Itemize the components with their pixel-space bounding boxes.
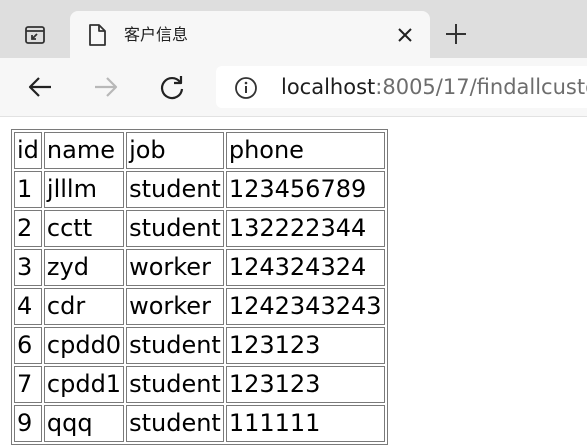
url-text[interactable]: localhost:8005/17/findallcusto — [281, 74, 587, 100]
table-row: 7 cpdd1 student 123123 — [14, 366, 385, 403]
cell-id: 4 — [14, 288, 42, 325]
cell-phone: 124324324 — [225, 249, 385, 286]
customer-table: id name job phone 1 jlllm student 123456… — [11, 129, 388, 445]
cell-name: zyd — [43, 249, 125, 286]
url-path: :8005/17/findallcusto — [375, 75, 587, 99]
cell-name: cpdd0 — [43, 327, 125, 364]
cell-phone: 123123 — [225, 327, 385, 364]
cell-id: 2 — [14, 210, 42, 247]
cell-id: 3 — [14, 249, 42, 286]
table-row: 2 cctt student 132222344 — [14, 210, 385, 247]
tab-actions-icon — [25, 26, 45, 44]
cell-phone: 123456789 — [225, 171, 385, 208]
tab-active[interactable]: 客户信息 — [70, 11, 430, 58]
cell-job: student — [126, 171, 224, 208]
cell-name: qqq — [43, 405, 125, 442]
new-tab-button[interactable] — [440, 18, 472, 50]
back-arrow-icon — [28, 77, 51, 97]
column-header-id: id — [14, 132, 42, 169]
cell-id: 6 — [14, 327, 42, 364]
tab-actions-button[interactable] — [12, 16, 58, 54]
cell-job: student — [126, 405, 224, 442]
back-button[interactable] — [24, 71, 56, 103]
plus-icon — [446, 24, 466, 44]
tab-close-button[interactable] — [394, 24, 416, 46]
cell-id: 7 — [14, 366, 42, 403]
info-icon[interactable] — [234, 76, 258, 100]
tab-strip: 客户信息 — [0, 0, 587, 58]
cell-id: 9 — [14, 405, 42, 442]
forward-arrow-icon — [95, 77, 118, 97]
url-host: localhost — [281, 75, 376, 99]
cell-phone: 132222344 — [225, 210, 385, 247]
table-row: 4 cdr worker 1242343243 — [14, 288, 385, 325]
cell-job: student — [126, 366, 224, 403]
table-row: 1 jlllm student 123456789 — [14, 171, 385, 208]
tab-title: 客户信息 — [124, 25, 189, 44]
cell-job: worker — [126, 288, 224, 325]
reload-icon — [160, 76, 184, 100]
cell-name: jlllm — [43, 171, 125, 208]
table-row: 3 zyd worker 124324324 — [14, 249, 385, 286]
cell-id: 1 — [14, 171, 42, 208]
cell-phone: 123123 — [225, 366, 385, 403]
column-header-phone: phone — [225, 132, 385, 169]
cell-job: worker — [126, 249, 224, 286]
cell-phone: 1242343243 — [225, 288, 385, 325]
address-bar[interactable]: localhost:8005/17/findallcusto — [216, 66, 587, 108]
table-header-row: id name job phone — [14, 132, 385, 169]
reload-button[interactable] — [156, 71, 188, 103]
table-row: 9 qqq student 111111 — [14, 405, 385, 442]
cell-name: cpdd1 — [43, 366, 125, 403]
cell-job: student — [126, 327, 224, 364]
column-header-job: job — [126, 132, 224, 169]
cell-name: cdr — [43, 288, 125, 325]
cell-phone: 111111 — [225, 405, 385, 442]
page-content: id name job phone 1 jlllm student 123456… — [11, 129, 388, 445]
browser-toolbar: localhost:8005/17/findallcusto — [0, 58, 587, 117]
cell-job: student — [126, 210, 224, 247]
cell-name: cctt — [43, 210, 125, 247]
forward-button[interactable] — [90, 71, 122, 103]
table-row: 6 cpdd0 student 123123 — [14, 327, 385, 364]
close-icon — [398, 28, 412, 42]
column-header-name: name — [43, 132, 125, 169]
page-icon — [89, 24, 106, 46]
